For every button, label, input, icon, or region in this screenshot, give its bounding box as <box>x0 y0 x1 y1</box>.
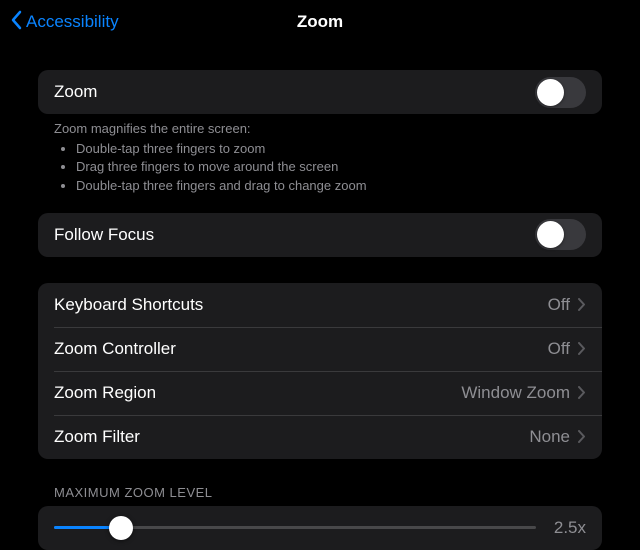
chevron-right-icon <box>578 430 586 443</box>
zoom-help-text: Zoom magnifies the entire screen: Double… <box>38 114 602 195</box>
zoom-help-item: Double-tap three fingers to zoom <box>76 140 586 158</box>
navbar: Accessibility Zoom <box>0 0 640 44</box>
follow-focus-label: Follow Focus <box>54 225 154 245</box>
zoom-controller-row[interactable]: Zoom Controller Off <box>38 327 602 371</box>
option-value: Window Zoom <box>461 383 570 403</box>
option-label: Keyboard Shortcuts <box>54 295 203 315</box>
zoom-filter-row[interactable]: Zoom Filter None <box>38 415 602 459</box>
chevron-left-icon <box>10 10 22 35</box>
follow-focus-row[interactable]: Follow Focus <box>38 213 602 257</box>
option-value: Off <box>548 295 570 315</box>
options-group: Keyboard Shortcuts Off Zoom Controller O… <box>38 283 602 459</box>
option-label: Zoom Filter <box>54 427 140 447</box>
max-zoom-header: MAXIMUM ZOOM LEVEL <box>38 485 602 506</box>
zoom-help-item: Drag three fingers to move around the sc… <box>76 158 586 176</box>
max-zoom-value: 2.5x <box>550 518 586 538</box>
zoom-region-row[interactable]: Zoom Region Window Zoom <box>38 371 602 415</box>
zoom-toggle-row[interactable]: Zoom <box>38 70 602 114</box>
toggle-knob <box>537 79 564 106</box>
option-label: Zoom Region <box>54 383 156 403</box>
back-button[interactable]: Accessibility <box>0 10 119 35</box>
chevron-right-icon <box>578 386 586 399</box>
back-label: Accessibility <box>26 12 119 32</box>
zoom-help-list: Double-tap three fingers to zoom Drag th… <box>54 140 586 195</box>
zoom-toggle[interactable] <box>535 77 586 108</box>
page-title: Zoom <box>297 12 343 32</box>
option-value: None <box>529 427 570 447</box>
chevron-right-icon <box>578 298 586 311</box>
max-zoom-slider[interactable] <box>54 516 536 540</box>
follow-focus-toggle[interactable] <box>535 219 586 250</box>
zoom-toggle-label: Zoom <box>54 82 97 102</box>
zoom-help-intro: Zoom magnifies the entire screen: <box>54 120 586 138</box>
chevron-right-icon <box>578 342 586 355</box>
toggle-knob <box>537 221 564 248</box>
zoom-help-item: Double-tap three fingers and drag to cha… <box>76 177 586 195</box>
slider-thumb[interactable] <box>109 516 133 540</box>
option-value: Off <box>548 339 570 359</box>
keyboard-shortcuts-row[interactable]: Keyboard Shortcuts Off <box>38 283 602 327</box>
option-label: Zoom Controller <box>54 339 176 359</box>
max-zoom-slider-row: 2.5x <box>38 506 602 550</box>
